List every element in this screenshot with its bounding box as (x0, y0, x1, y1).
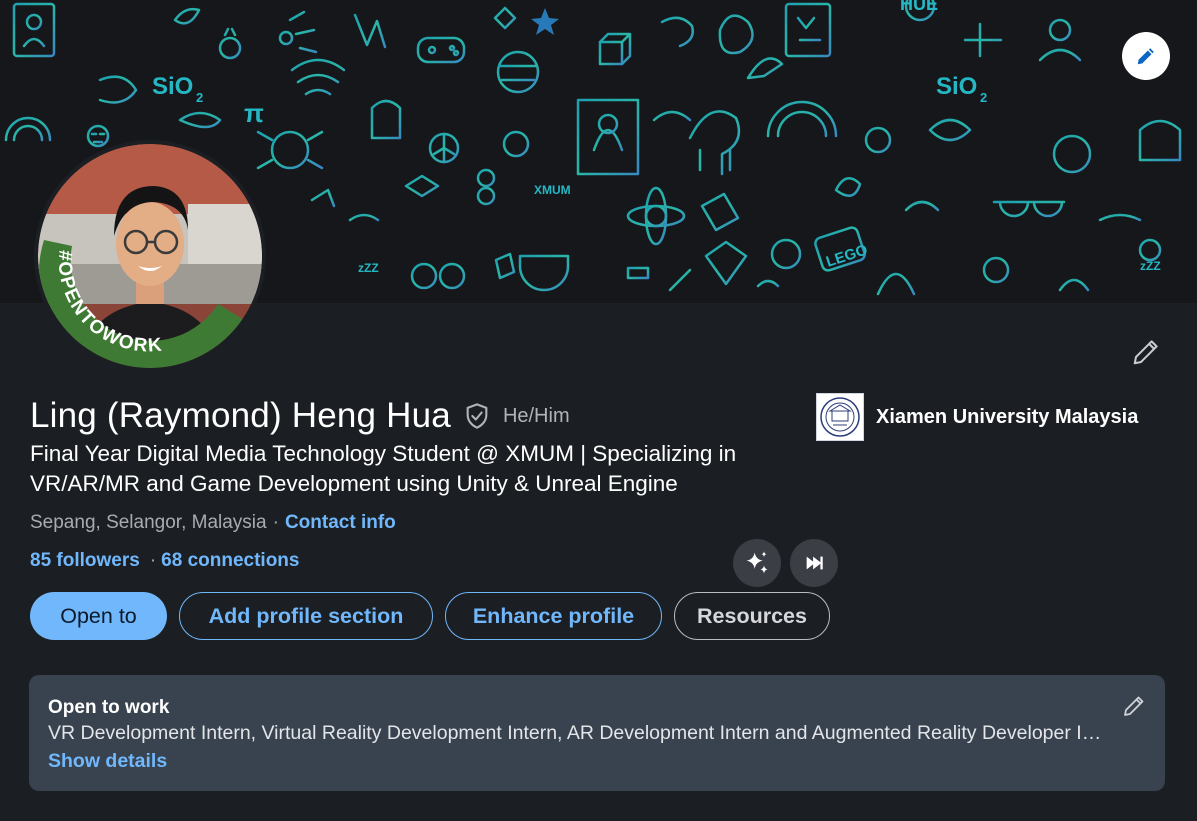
open-to-work-title: Open to work (48, 697, 170, 718)
edit-open-to-work-button[interactable] (1119, 691, 1149, 721)
separator-dot: · (149, 550, 157, 571)
pencil-icon (1133, 340, 1158, 365)
svg-text:2: 2 (196, 90, 203, 105)
profile-name-row: Ling (Raymond) Heng Hua He/Him (30, 396, 570, 436)
add-profile-section-button[interactable]: Add profile section (179, 592, 433, 640)
svg-text:SiO: SiO (152, 73, 193, 100)
followers-link[interactable]: 85 followers (30, 550, 140, 572)
separator-dot: · (272, 512, 279, 533)
svg-text:SiO: SiO (936, 73, 977, 100)
network-stats-row: 85 followers · 68 connections (30, 550, 299, 572)
edit-banner-button[interactable] (1122, 32, 1170, 80)
connections-link[interactable]: 68 connections (161, 550, 299, 572)
profile-photo-frame[interactable]: #OPENTOWORK (34, 140, 266, 372)
location-row: Sepang, Selangor, Malaysia · Contact inf… (30, 512, 396, 534)
pencil-icon (1124, 696, 1144, 716)
organization-name: Xiamen University Malaysia (876, 405, 1139, 428)
next-step-button[interactable] (790, 539, 838, 587)
verified-shield-icon[interactable] (463, 402, 491, 430)
open-to-button[interactable]: Open to (30, 592, 167, 640)
svg-text:2: 2 (980, 90, 987, 105)
edit-intro-button[interactable] (1128, 334, 1164, 370)
svg-text:XMUM: XMUM (534, 183, 571, 197)
svg-text:zZZ: zZZ (358, 261, 379, 275)
enhance-profile-button[interactable]: Enhance profile (445, 592, 662, 640)
university-logo-icon (816, 393, 864, 441)
pronouns: He/Him (502, 404, 570, 427)
svg-text:zZZ: zZZ (1140, 259, 1161, 273)
resources-button[interactable]: Resources (674, 592, 830, 640)
sparkle-icon (746, 551, 768, 574)
profile-name: Ling (Raymond) Heng Hua (30, 396, 451, 435)
show-details-link[interactable]: Show details (48, 750, 167, 773)
svg-text:π: π (244, 98, 264, 128)
ai-sparkle-button[interactable] (733, 539, 781, 587)
pencil-icon (1137, 48, 1154, 65)
location-text: Sepang, Selangor, Malaysia (30, 512, 267, 533)
contact-info-link[interactable]: Contact info (285, 512, 396, 534)
svg-text:HUE: HUE (900, 0, 938, 14)
skip-forward-icon (806, 556, 823, 570)
open-to-work-card: Open to work VR Development Intern, Virt… (29, 675, 1165, 791)
profile-photo[interactable]: #OPENTOWORK (38, 144, 262, 368)
current-organization[interactable]: Xiamen University Malaysia (816, 393, 1138, 441)
profile-actions: Open to Add profile section Enhance prof… (30, 592, 830, 640)
open-to-work-description: VR Development Intern, Virtual Reality D… (48, 722, 1108, 744)
profile-headline: Final Year Digital Media Technology Stud… (30, 441, 737, 496)
